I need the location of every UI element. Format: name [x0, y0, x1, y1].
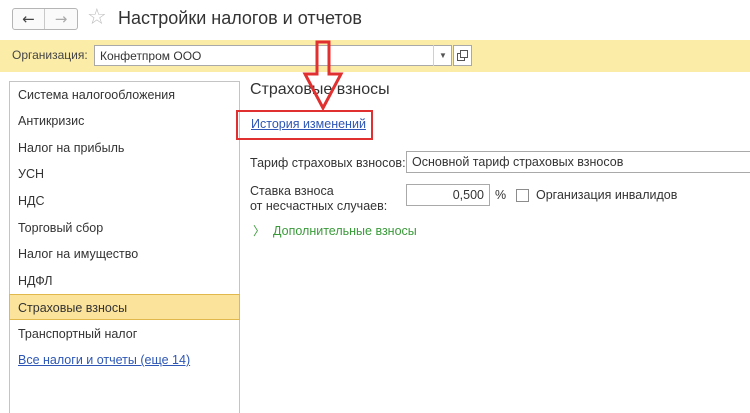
sidebar-item-label: Антикризис — [18, 114, 85, 128]
organization-bar: Организация: Конфетпром ООО ▼ — [0, 40, 750, 72]
sidebar-item-transport-tax[interactable]: Транспортный налог — [10, 321, 239, 347]
tax-sections-sidebar: Система налогообложения Антикризис Налог… — [9, 81, 240, 413]
sidebar-item-label: Страховые взносы — [18, 301, 128, 315]
open-form-icon[interactable] — [453, 45, 472, 66]
chevron-right-icon: 〉 — [253, 224, 266, 238]
sidebar-item-label: Торговый сбор — [18, 221, 104, 235]
title-bar: ← → ☆ Настройки налогов и отчетов — [0, 0, 750, 38]
sidebar-item-label: Транспортный налог — [18, 327, 138, 341]
annotation-highlight-box — [236, 110, 373, 140]
back-button[interactable]: ← — [13, 9, 46, 29]
sidebar-item-profit-tax[interactable]: Налог на прибыль — [10, 135, 239, 161]
nav-buttons: ← → — [12, 8, 78, 30]
forward-button[interactable]: → — [45, 9, 77, 29]
organization-label: Организация: — [12, 48, 88, 62]
all-taxes-link-label: Все налоги и отчеты (еще 14) — [18, 353, 191, 367]
arrow-left-icon: ← — [22, 10, 35, 28]
sidebar-item-label: НДС — [18, 194, 45, 208]
sidebar-item-label: НДФЛ — [18, 274, 53, 288]
tariff-field[interactable]: Основной тариф страховых взносов — [406, 151, 750, 173]
all-taxes-link[interactable]: Все налоги и отчеты (еще 14) — [10, 347, 239, 373]
sidebar-item-property-tax[interactable]: Налог на имущество — [10, 241, 239, 267]
percent-unit: % — [495, 188, 507, 202]
sidebar-item-tax-system[interactable]: Система налогообложения — [10, 82, 239, 108]
settings-window: ← → ☆ Настройки налогов и отчетов Органи… — [0, 0, 750, 413]
sidebar-item-label: УСН — [18, 167, 44, 181]
sidebar-item-label: Налог на имущество — [18, 247, 139, 261]
sidebar-item-label: Система налогообложения — [18, 88, 176, 102]
sidebar-item-ndfl[interactable]: НДФЛ — [10, 268, 239, 294]
disabled-organization-label[interactable]: Организация инвалидов — [536, 188, 677, 202]
accident-rate-label-line2: от несчастных случаев: — [250, 199, 388, 213]
disabled-organization-checkbox[interactable] — [516, 189, 529, 202]
star-icon[interactable]: ☆ — [87, 5, 107, 31]
tariff-label: Тариф страховых взносов: — [250, 156, 406, 170]
chevron-down-icon[interactable]: ▼ — [433, 45, 452, 66]
accident-rate-input[interactable]: 0,500 — [406, 184, 490, 206]
arrow-right-icon: → — [54, 10, 68, 28]
sidebar-item-insurance-contributions[interactable]: Страховые взносы — [9, 294, 240, 320]
organization-field[interactable]: Конфетпром ООО — [94, 45, 452, 66]
additional-contributions-label: Дополнительные взносы — [273, 224, 417, 238]
page-title: Настройки налогов и отчетов — [118, 8, 362, 28]
sidebar-item-vat[interactable]: НДС — [10, 188, 239, 214]
sidebar-item-label: Налог на прибыль — [18, 141, 125, 155]
accident-rate-label: Ставка взноса от несчастных случаев: — [250, 184, 387, 214]
sidebar-item-anticrisis[interactable]: Антикризис — [10, 108, 239, 134]
sidebar-item-usn[interactable]: УСН — [10, 161, 239, 187]
accident-rate-label-line1: Ставка взноса — [250, 184, 334, 198]
additional-contributions-toggle[interactable]: 〉 Дополнительные взносы — [253, 222, 417, 239]
sidebar-item-trade-fee[interactable]: Торговый сбор — [10, 215, 239, 241]
annotation-arrow-icon — [302, 40, 344, 112]
